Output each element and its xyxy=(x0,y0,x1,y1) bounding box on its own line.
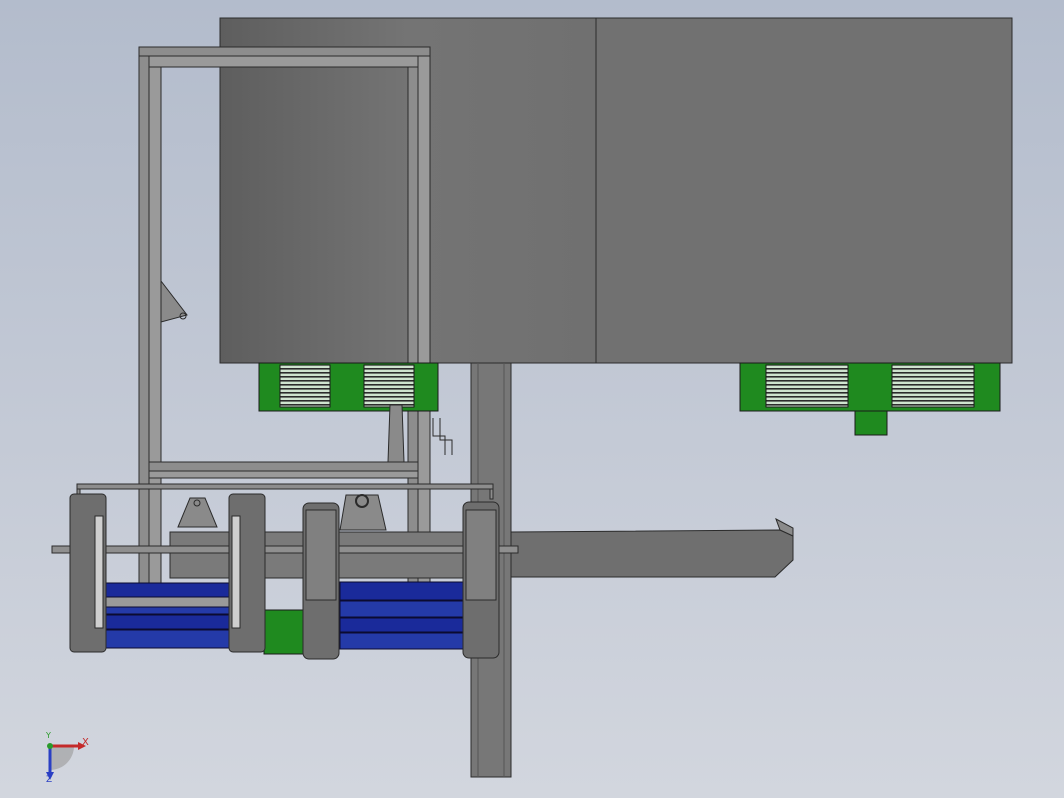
cad-viewport[interactable]: X Y Z xyxy=(0,0,1064,798)
left-bracket xyxy=(160,279,188,323)
green-motor-left xyxy=(258,362,439,412)
wheel-center xyxy=(302,502,340,660)
wheel-left-inner xyxy=(228,493,266,653)
wheel-left-outer xyxy=(69,493,107,653)
y-axis-dot xyxy=(47,743,53,749)
axle-shaft xyxy=(51,545,519,554)
blue-block-right xyxy=(339,581,465,650)
x-axis-label: X xyxy=(82,737,89,748)
green-small-part xyxy=(263,609,307,655)
y-axis-label: Y xyxy=(45,731,51,740)
coordinate-triad: X Y Z xyxy=(45,731,89,785)
blue-block-left xyxy=(103,582,233,649)
z-axis-label: Z xyxy=(46,775,52,785)
pillow-block-left xyxy=(177,497,218,528)
enclosure-right-panel xyxy=(595,17,1013,364)
pillow-block-right xyxy=(339,494,387,531)
enclosure-panels xyxy=(219,17,1013,364)
wheel-right xyxy=(462,501,500,659)
green-motor-right xyxy=(739,362,1001,436)
